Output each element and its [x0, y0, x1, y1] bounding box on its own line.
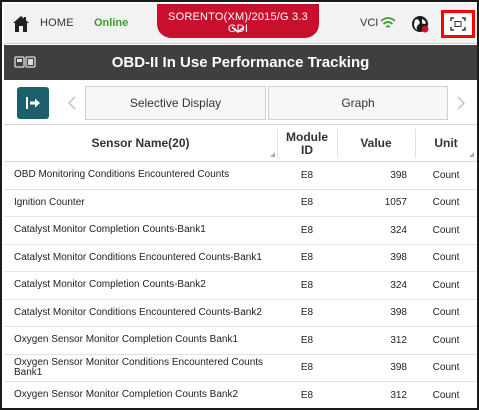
value-cell: 324: [390, 224, 407, 236]
unit-cell: Count: [432, 169, 460, 181]
column-header-unit[interactable]: Unit: [415, 125, 477, 162]
fullscreen-button[interactable]: [441, 10, 475, 38]
fullscreen-icon: [450, 17, 466, 31]
globe-icon[interactable]: [410, 14, 430, 34]
value-cell: 398: [390, 252, 407, 263]
value-cell: 398: [390, 362, 407, 373]
sensor-name-cell: Oxygen Sensor Monitor Completion Counts …: [14, 389, 239, 400]
column-header-value[interactable]: Value: [337, 125, 415, 162]
module-id-cell: E8: [300, 362, 314, 373]
column-header-sensor-name[interactable]: Sensor Name(20): [4, 125, 277, 162]
module-id-cell: E8: [300, 197, 314, 208]
value-cell: 1057: [384, 197, 407, 208]
value-cell: 324: [390, 279, 407, 291]
table-row[interactable]: OBD Monitoring Conditions Encountered Co…: [4, 162, 477, 190]
module-id-cell: E8: [300, 307, 314, 318]
column-divider: [277, 129, 278, 158]
value-cell: 398: [390, 307, 407, 318]
table-row[interactable]: Oxygen Sensor Monitor Completion Counts …: [4, 327, 477, 355]
module-id-cell: E8: [300, 169, 314, 181]
table-row[interactable]: Catalyst Monitor Completion Counts-Bank2…: [4, 272, 477, 300]
value-cell: 312: [390, 334, 407, 346]
unit-cell: Count: [432, 362, 460, 373]
value-cell: 398: [390, 169, 407, 181]
unit-cell: Count: [432, 224, 460, 236]
table-row[interactable]: Catalyst Monitor Conditions Encountered …: [4, 299, 477, 327]
column-header-module-id[interactable]: Module ID: [277, 125, 337, 162]
chevron-right-icon[interactable]: [455, 94, 467, 112]
unit-cell: Count: [432, 252, 460, 263]
chevron-down-icon: [231, 26, 245, 34]
table-row[interactable]: Catalyst Monitor Completion Counts-Bank1…: [4, 217, 477, 245]
sensor-name-cell: Catalyst Monitor Conditions Encountered …: [14, 306, 262, 318]
exit-button[interactable]: [17, 87, 49, 119]
sensor-name-cell: Ignition Counter: [14, 196, 85, 208]
table-header: Sensor Name(20) Module ID Value Unit: [4, 124, 477, 162]
connection-status: Online: [94, 17, 129, 29]
sensor-name-cell: Catalyst Monitor Completion Counts-Bank1: [14, 224, 206, 235]
sensor-name-cell: Catalyst Monitor Completion Counts-Bank2: [14, 279, 206, 290]
graph-button[interactable]: Graph: [268, 86, 448, 120]
exit-icon: [26, 97, 40, 109]
sensor-name-cell: Oxygen Sensor Monitor Conditions Encount…: [14, 356, 264, 378]
page-title: OBD-II In Use Performance Tracking: [111, 54, 370, 71]
value-cell: 312: [390, 389, 407, 401]
vehicle-info-tab[interactable]: SORENTO(XM)/2015/G 3.3 GDI: [157, 4, 319, 38]
unit-cell: Count: [432, 307, 460, 318]
title-bar: OBD-II In Use Performance Tracking: [4, 45, 477, 80]
resize-handle-icon[interactable]: [469, 152, 474, 157]
unit-cell: Count: [432, 334, 460, 346]
column-divider: [415, 129, 416, 158]
module-id-cell: E8: [300, 224, 314, 236]
sensor-name-cell: Catalyst Monitor Conditions Encountered …: [14, 251, 262, 263]
vci-label: VCI: [360, 17, 379, 29]
unit-cell: Count: [432, 279, 460, 291]
module-header-line2: ID: [301, 142, 313, 157]
table-row[interactable]: Ignition Counter E8 1057 Count: [4, 189, 477, 217]
wifi-signal-icon: [380, 17, 396, 28]
module-id-cell: E8: [300, 389, 314, 401]
sensor-name-cell: OBD Monitoring Conditions Encountered Co…: [14, 169, 230, 180]
column-divider: [337, 129, 338, 158]
module-id-cell: E8: [300, 279, 314, 291]
table-body: OBD Monitoring Conditions Encountered Co…: [4, 162, 477, 408]
sensor-table: Sensor Name(20) Module ID Value Unit OBD …: [4, 124, 477, 408]
home-label[interactable]: HOME: [40, 17, 74, 29]
module-id-cell: E8: [300, 334, 314, 346]
app-frame: HOME Online SORENTO(XM)/2015/G 3.3 GDI V…: [0, 0, 479, 410]
selective-display-button[interactable]: Selective Display: [85, 86, 266, 120]
module-id-cell: E8: [300, 252, 314, 263]
table-row[interactable]: Oxygen Sensor Monitor Conditions Encount…: [4, 354, 477, 382]
unit-cell: Count: [432, 389, 460, 401]
module-header-line1: Module: [286, 129, 328, 144]
unit-cell: Count: [432, 197, 460, 208]
sensor-name-cell: Oxygen Sensor Monitor Completion Counts …: [14, 334, 239, 345]
home-icon[interactable]: [12, 15, 30, 33]
table-row[interactable]: Catalyst Monitor Conditions Encountered …: [4, 244, 477, 272]
status-bar: HOME Online SORENTO(XM)/2015/G 3.3 GDI V…: [4, 4, 477, 44]
resize-handle-icon[interactable]: [270, 152, 275, 157]
toolbar: Selective Display Graph: [4, 82, 477, 124]
chevron-left-icon[interactable]: [66, 94, 78, 112]
table-row[interactable]: Oxygen Sensor Monitor Completion Counts …: [4, 382, 477, 408]
